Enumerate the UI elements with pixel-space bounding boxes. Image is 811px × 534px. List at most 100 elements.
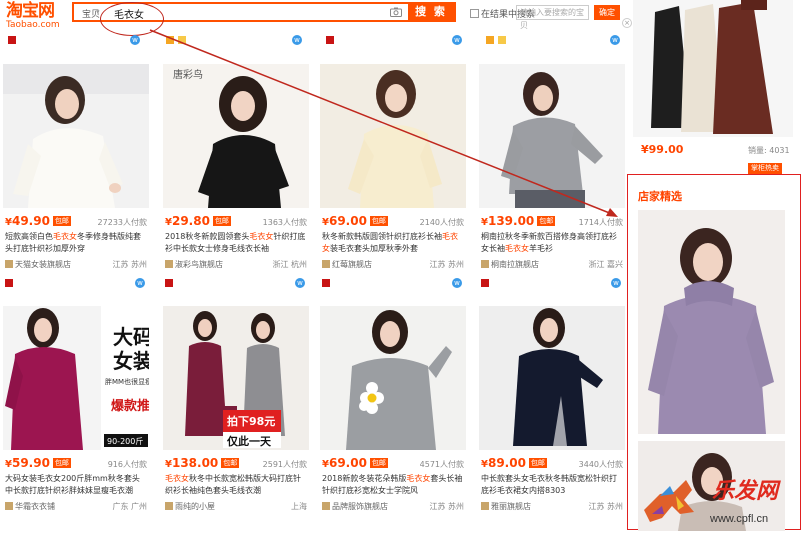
shop-icon [5,260,13,268]
price-filter-input[interactable]: 请输入要搜索的宝贝 [516,5,589,30]
shop-name-text: 雅丽旗舰店 [491,502,531,511]
gold-seller-icon [166,36,174,44]
product-image[interactable] [320,306,466,450]
sales-count: 2140人付款 [419,218,464,227]
product-title[interactable]: 大码女装毛衣女200斤胖mm秋冬套头中长款打底针织衫胖妹妹显瘦毛衣潮 [5,473,147,497]
shop-name-text: 品牌服饰旗舰店 [332,502,388,511]
wangwang-icon[interactable]: w [295,278,305,288]
product-image[interactable] [3,64,149,208]
shop-name-text: 雨纯的小屋 [175,502,215,511]
shop-icon [165,502,173,510]
free-shipping-badge: 包邮 [52,458,71,468]
badge-icon [498,36,506,44]
shop-name[interactable]: 华霜衣衣铺 [5,501,55,512]
logo-text-en: Taobao.com [6,20,60,30]
sales-count: 3440人付款 [578,460,623,469]
wangwang-icon[interactable]: w [452,278,462,288]
featured-product-image[interactable] [638,210,785,434]
product-title[interactable]: 秋冬新款韩版圆领针织打底衫长袖毛衣女装毛衣套头加厚秋季外套 [322,231,464,255]
wangwang-icon[interactable]: w [130,35,140,45]
price-value: 69.00 [328,214,367,228]
shop-name-text: 天猫女装旗舰店 [15,260,71,269]
product-card[interactable]: ¥49.90 包邮 27233人付款 短款高领白色毛衣女冬季修身韩版纯套头打底针织… [3,64,149,299]
product-image[interactable]: 大码 女装 胖MM也很显瘦 爆款推荐 90-200斤 [3,306,149,450]
watermark-url: www.cpfl.cn [709,513,768,525]
watermark-brand: 乐发网 [712,478,781,504]
search-button[interactable]: 搜 索 [408,4,454,20]
price-value: 138.00 [171,456,219,470]
product-card[interactable]: ¥139.00 包邮 1714人付款 桐南拉秋冬季新款百搭修身高领打底衫女长袖毛衣… [479,64,625,299]
camera-icon[interactable] [390,7,402,17]
product-card[interactable]: 拍下98元 仅此一天 ¥138.00 包邮 2591人付款 毛衣女秋冬中长款宽松韩… [163,306,309,534]
badges [322,279,333,290]
product-image[interactable] [479,306,625,450]
shop-icon [322,260,330,268]
free-shipping-badge: 包邮 [52,216,71,226]
tmall-icon [481,279,489,287]
location: 江苏 苏州 [429,502,464,511]
promo-text-hot: 爆款推荐 [111,398,149,414]
wangwang-icon[interactable]: w [292,35,302,45]
rail-sales: 销量: 4031 [748,146,790,155]
product-price: ¥89.00 包邮 [481,456,547,470]
confirm-button[interactable]: 确定 [594,5,620,20]
product-card[interactable]: ¥69.00 包邮 2140人付款 秋冬新款韩版圆领针织打底衫长袖毛衣女装毛衣套头… [320,64,466,299]
product-title[interactable]: 毛衣女秋冬中长款宽松韩版大码打底针织衫长袖纯色套头毛线衣潮 [165,473,307,497]
tmall-icon [5,279,13,287]
tmall-icon [326,36,334,44]
product-title[interactable]: 2018新款冬装花朵韩版毛衣女套头长袖针织打底衫宽松女士学院风 [322,473,464,497]
product-title[interactable]: 中长款套头女毛衣秋冬韩版宽松针织打底衫毛衣裙女内搭8303 [481,473,623,497]
shop-name[interactable]: 雨纯的小屋 [165,501,215,512]
location: 江苏 苏州 [429,260,464,269]
title-highlight: 毛衣女 [505,244,529,253]
site-watermark-logo: 乐发网 www.cpfl.cn [644,478,781,525]
taobao-logo[interactable]: 淘宝网 Taobao.com [6,2,62,36]
image-brand-label: 唐彩鸟 [173,68,203,81]
title-text: 装毛衣套头加厚秋季外套 [330,244,418,253]
shop-name-text: 华霜衣衣铺 [15,502,55,511]
location: 浙江 嘉兴 [588,260,623,269]
shop-name[interactable]: 桐南拉旗舰店 [481,259,539,270]
product-title[interactable]: 短款高领白色毛衣女冬季修身韩版纯套头打底针织衫加厚外穿 [5,231,147,255]
location: 上海 [291,502,307,511]
product-image[interactable]: 拍下98元 仅此一天 [163,306,309,450]
product-card[interactable]: ¥89.00 包邮 3440人付款 中长款套头女毛衣秋冬韩版宽松针织打底衫毛衣裙女… [479,306,625,534]
product-title[interactable]: 2018秋冬新款圆领套头毛衣女针织打底衫中长款女士修身毛线衣长袖 [165,231,307,255]
shop-icon [165,260,173,268]
wangwang-icon[interactable]: w [611,278,621,288]
shop-name[interactable]: 品牌服饰旗舰店 [322,501,388,512]
wangwang-icon[interactable]: w [452,35,462,45]
product-card[interactable]: 大码 女装 胖MM也很显瘦 爆款推荐 90-200斤 ¥59.90包邮 916人… [3,306,149,534]
price-value: 139.00 [487,214,535,228]
product-image[interactable] [320,64,466,208]
location: 浙江 杭州 [272,260,307,269]
product-price: ¥69.00 包邮 [322,456,388,470]
logo-text-cn: 淘宝网 [6,1,55,21]
product-price: ¥49.90 包邮 [5,214,71,228]
free-shipping-badge: 包邮 [369,458,388,468]
title-text: 中长款套头女毛衣秋冬韩版宽松针织打底衫毛衣裙女内搭8303 [481,474,617,495]
shop-name[interactable]: 淑彩鸟旗舰店 [165,259,223,270]
badges [165,279,176,290]
title-highlight: 毛衣女 [406,474,431,483]
rail-price-value: 99.00 [648,143,684,156]
wangwang-icon[interactable]: w [610,35,620,45]
product-card[interactable]: ¥69.00 包邮 4571人付款 2018新款冬装花朵韩版毛衣女套头长袖针织打底… [320,306,466,534]
product-title[interactable]: 桐南拉秋冬季新款百搭修身高领打底衫女长袖毛衣女羊毛衫 [481,231,623,255]
product-image[interactable] [479,64,625,208]
tmall-icon [322,279,330,287]
badge-icon [178,36,186,44]
close-icon[interactable]: × [622,18,632,28]
tmall-icon [165,279,173,287]
shop-name[interactable]: 雅丽旗舰店 [481,501,531,512]
sales-count: 2591人付款 [262,460,307,469]
product-card[interactable]: 唐彩鸟 ¥29.80 包邮 1363人付款 2018秋冬新款圆领套头毛衣女针织打底… [163,64,309,299]
shop-name[interactable]: 红莓旗舰店 [322,259,372,270]
title-text: 短款高领白色 [5,232,53,241]
shop-name[interactable]: 天猫女装旗舰店 [5,259,71,270]
sales-count: 1363人付款 [262,218,307,227]
rail-product-image[interactable] [633,0,793,137]
wangwang-icon[interactable]: w [135,278,145,288]
product-image[interactable]: 唐彩鸟 [163,64,309,208]
product-price: ¥69.00 包邮 [322,214,388,228]
